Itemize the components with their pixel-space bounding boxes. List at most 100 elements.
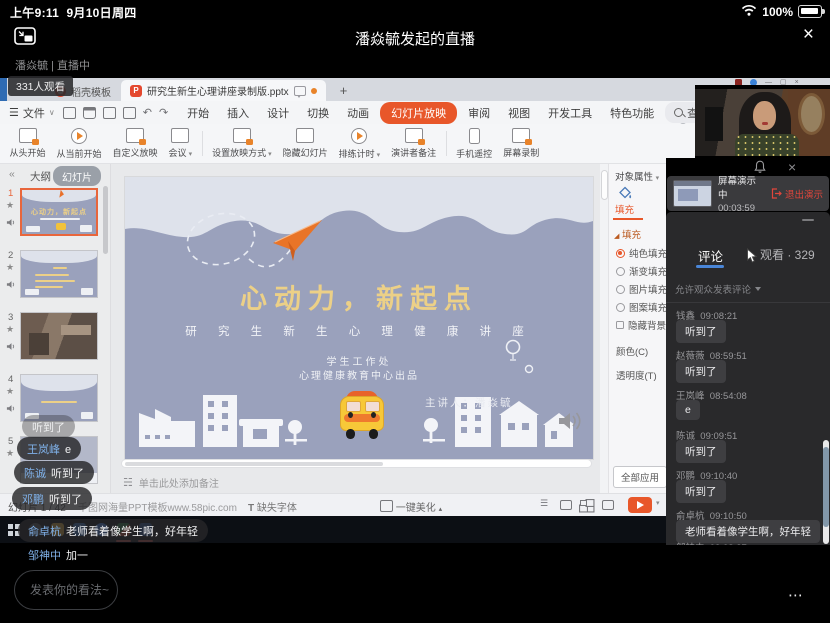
new-tab-button[interactable]: + xyxy=(340,83,348,98)
phone-icon xyxy=(469,128,480,144)
exit-icon xyxy=(771,188,782,199)
ribbon-hide-slide[interactable]: 隐藏幻灯片 xyxy=(277,124,333,163)
exit-label: 退出演示 xyxy=(785,187,823,201)
properties-header[interactable]: 对象属性 ▾ xyxy=(615,169,659,183)
menu-insert[interactable]: 插入 xyxy=(218,102,258,124)
comment-composer[interactable] xyxy=(14,570,118,610)
slide-thumbnail-3[interactable] xyxy=(20,312,98,360)
notes-placeholder: 单击此处添加备注 xyxy=(139,475,219,490)
slide-org-line1: 学生工作处 xyxy=(125,353,593,368)
menu-animations[interactable]: 动画 xyxy=(338,102,378,124)
tab-document[interactable]: P 研究生新生心理讲座录制版.pptx xyxy=(121,80,326,101)
vertical-scrollbar[interactable] xyxy=(601,167,608,492)
exit-presentation-button[interactable]: 退出演示 xyxy=(771,187,823,201)
reading-view-icon[interactable] xyxy=(602,500,614,510)
background-shelf xyxy=(705,107,723,141)
audio-speaker-icon xyxy=(6,214,16,232)
menu-slideshow-active[interactable]: 幻灯片放映 xyxy=(380,102,457,124)
meeting-icon xyxy=(171,128,189,143)
fill-tab[interactable]: 填充 xyxy=(615,186,634,216)
open-icon[interactable] xyxy=(63,107,76,119)
beautify-button[interactable]: 一键美化 ▴ xyxy=(380,499,442,514)
ribbon-from-beginning[interactable]: 从头开始 xyxy=(4,124,51,163)
chat-bubble: 陈诚听到了 xyxy=(14,461,94,484)
slide-thumbnail-2[interactable] xyxy=(20,250,98,298)
comments-scrollbar[interactable] xyxy=(823,440,829,544)
slide-thumbnail-1[interactable]: 心动力，新起点 xyxy=(20,188,98,236)
missing-font-indicator[interactable]: T 缺失字体 xyxy=(248,499,297,514)
hide-slide-icon xyxy=(296,128,314,143)
menu-home[interactable]: 开始 xyxy=(178,102,218,124)
drag-handle[interactable] xyxy=(802,219,814,221)
fill-option-hide-background[interactable]: 隐藏背景 xyxy=(616,318,666,332)
date: 9月10日周四 xyxy=(66,6,136,20)
menu-view[interactable]: 视图 xyxy=(499,102,539,124)
close-icon[interactable]: × xyxy=(803,24,814,46)
menu-devtools[interactable]: 开发工具 xyxy=(539,102,601,124)
menu-review[interactable]: 审阅 xyxy=(459,102,499,124)
slide-number: 3 xyxy=(8,312,13,323)
tab-watchers[interactable]: 观看 · 329 xyxy=(760,246,815,263)
ribbon-rehearse-timings[interactable]: 排练计时▾ xyxy=(333,124,386,163)
audio-speaker-icon xyxy=(6,276,16,294)
menu-design[interactable]: 设计 xyxy=(258,102,298,124)
tab-slides[interactable]: 幻灯片 xyxy=(53,166,101,186)
paint-bucket-icon xyxy=(618,186,632,200)
fill-option-picture[interactable]: 图片填充 xyxy=(616,282,667,296)
menu-transitions[interactable]: 切换 xyxy=(298,102,338,124)
notes-layout-icon[interactable]: ☰ xyxy=(540,498,552,508)
allow-comments-setting[interactable]: 允许观众发表评论 xyxy=(675,282,761,296)
undo-icon[interactable]: ↶ xyxy=(143,106,152,119)
more-options-button[interactable]: ⋯ xyxy=(788,586,807,604)
normal-view-icon[interactable] xyxy=(560,500,572,510)
fill-option-solid[interactable]: 纯色填充 xyxy=(616,246,667,260)
redo-icon[interactable]: ↷ xyxy=(159,106,168,119)
tab-comments[interactable]: 评论 xyxy=(698,246,723,265)
slide-title: 心动力，新起点 xyxy=(125,277,593,316)
ribbon-presenter-notes[interactable]: 演讲者备注 xyxy=(386,124,442,163)
thumbnail-scrollbar[interactable] xyxy=(103,186,108,254)
save-icon[interactable] xyxy=(83,107,96,119)
presenter-camera-view[interactable] xyxy=(695,85,830,160)
slide-org-line2: 心理健康教育中心出品 xyxy=(125,367,593,382)
preview-icon[interactable] xyxy=(123,107,136,119)
horizontal-scrollbar[interactable] xyxy=(121,459,592,468)
ribbon-meeting[interactable]: 会议▾ xyxy=(163,124,198,163)
file-menu[interactable]: ☰ 文件 ∨ xyxy=(9,105,55,121)
custom-show-icon xyxy=(126,128,144,143)
fill-option-gradient[interactable]: 渐变填充 xyxy=(616,264,667,278)
ribbon-setup-show[interactable]: 设置放映方式▾ xyxy=(207,124,278,163)
slideshow-play-button[interactable] xyxy=(628,497,652,513)
close-panel-icon[interactable]: × xyxy=(788,159,796,175)
wifi-icon xyxy=(741,4,757,19)
menu-special-features[interactable]: 特色功能 xyxy=(601,102,663,124)
current-slide[interactable]: 心动力，新起点 研 究 生 新 生 心 理 健 康 讲 座 学生工作处 心理健康… xyxy=(125,177,593,459)
slide-thumb-row-1: 1 ★ 心动力，新起点 xyxy=(0,188,110,244)
embedded-audio-speaker-icon[interactable] xyxy=(557,409,583,438)
clock-date: 上午9:11 9月10日周四 xyxy=(10,4,137,21)
unsaved-dot-icon xyxy=(311,88,317,94)
ribbon-phone-remote[interactable]: 手机遥控 xyxy=(451,124,498,163)
slide-sorter-icon[interactable] xyxy=(580,500,592,510)
slide-presenter: 主讲人：潘焱毓 xyxy=(425,395,513,410)
print-icon[interactable] xyxy=(103,107,116,119)
thumb-title: 心动力，新起点 xyxy=(22,207,96,217)
ribbon-screen-record[interactable]: 屏幕录制 xyxy=(498,124,545,163)
school-bus-illustration xyxy=(337,391,387,439)
beautify-icon xyxy=(380,500,393,512)
ribbon-from-current[interactable]: 从当前开始 xyxy=(51,124,107,163)
comments-panel: 评论 观看 · 329 允许观众发表评论 钱鑫 09:08:21 听到了 赵薇薇… xyxy=(666,212,830,545)
comment-input[interactable] xyxy=(15,571,117,609)
fill-option-pattern[interactable]: 图案填充 xyxy=(616,300,667,314)
animation-star-icon: ★ xyxy=(6,262,14,273)
apply-all-button[interactable]: 全部应用 xyxy=(613,466,667,488)
ribbon-custom-show[interactable]: 自定义放映 xyxy=(107,124,163,163)
tab-document-label: 研究生新生心理讲座录制版.pptx xyxy=(147,83,289,98)
notes-area[interactable]: ☵ 单击此处添加备注 xyxy=(123,475,219,489)
caret-up-icon: ▴ xyxy=(439,506,443,513)
clock: 上午9:11 xyxy=(10,6,59,20)
fill-section-header[interactable]: ◢ 填充 xyxy=(614,227,641,241)
chat-bubble: 俞卓杭老师看着像学生啊，好年轻 xyxy=(18,519,208,542)
collapse-panel-icon[interactable]: « xyxy=(9,168,15,180)
tab-outline[interactable]: 大纲 xyxy=(30,169,51,184)
